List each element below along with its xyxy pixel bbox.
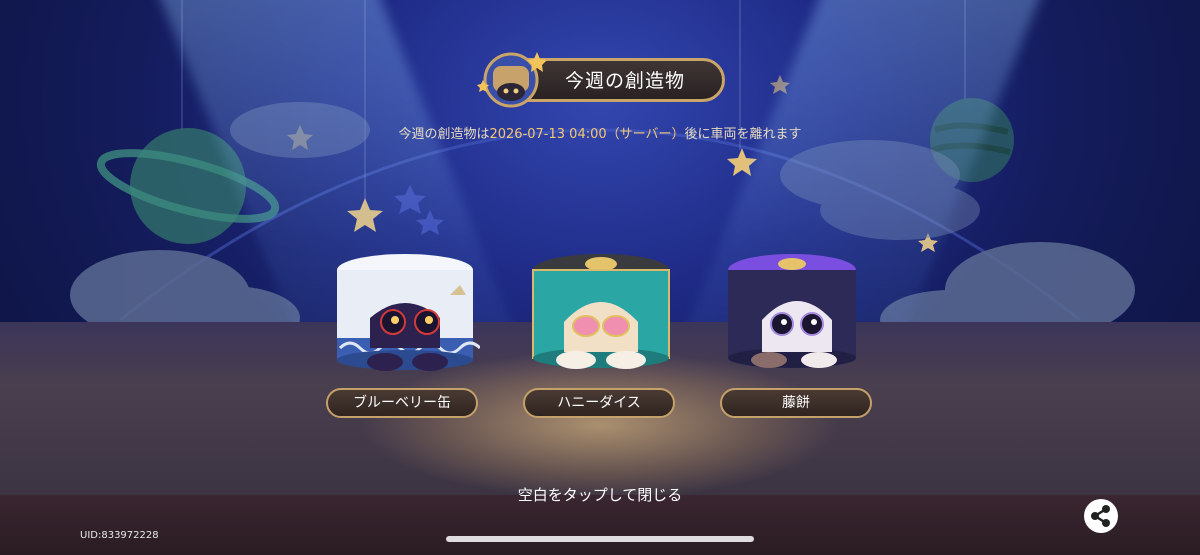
honey-dice-cat-icon <box>532 254 670 369</box>
notice-datetime: 2026-07-13 04:00（サーバー） <box>489 127 685 142</box>
wisteria-mochi-cat-icon <box>728 254 856 368</box>
header: 今週の創造物 <box>475 50 727 108</box>
page-title: 今週の創造物 <box>565 70 686 92</box>
cat-badge-icon <box>475 50 547 108</box>
tap-to-close-hint: 空白をタップして閉じる <box>517 486 683 504</box>
blueberry-can-cat-icon <box>337 254 482 371</box>
notice-suffix: 後に車両を離れます <box>684 127 802 142</box>
notice-prefix: 今週の創造物は <box>398 127 490 142</box>
creature-wisteria-mochi[interactable] <box>724 250 874 380</box>
creature-honey-dice[interactable] <box>526 250 676 380</box>
creature-name-honey-dice[interactable]: ハニーダイス <box>523 388 675 418</box>
share-button[interactable] <box>1084 499 1118 533</box>
share-icon <box>1091 505 1110 527</box>
departure-notice: 今週の創造物は2026-07-13 04:00（サーバー）後に車両を離れます <box>0 123 1200 142</box>
creature-name-wisteria-mochi[interactable]: 藤餅 <box>720 388 872 418</box>
home-indicator[interactable] <box>446 536 754 542</box>
uid-label: UID:833972228 <box>80 530 159 541</box>
creature-blueberry-can[interactable] <box>330 250 482 380</box>
creature-name-blueberry-can[interactable]: ブルーベリー缶 <box>326 388 478 418</box>
